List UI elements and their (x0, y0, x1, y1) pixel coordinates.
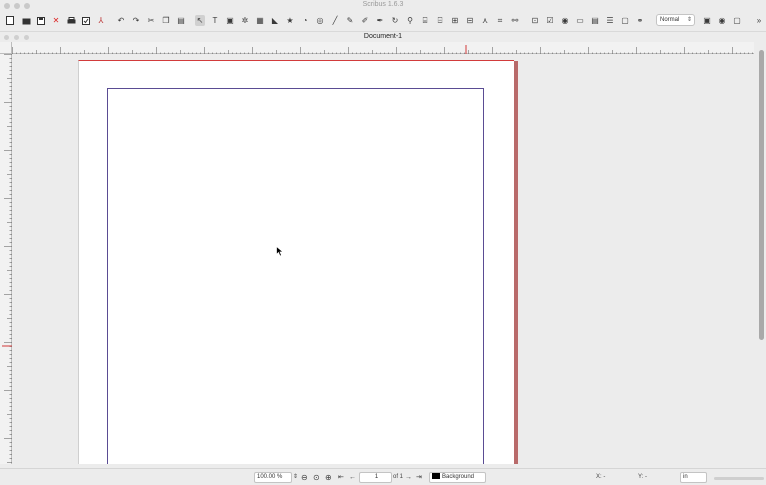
toolbar-overflow-icon[interactable]: » (754, 15, 764, 26)
vertical-ruler[interactable] (0, 54, 12, 464)
layer-select[interactable]: Background (429, 472, 486, 483)
cut-icon[interactable]: ✂ (146, 15, 156, 26)
layer-name: Background (442, 474, 475, 480)
pdf-textfield-icon[interactable]: ▭ (575, 15, 585, 26)
page-shadow (514, 61, 518, 464)
zoom-icon[interactable]: ⚲ (405, 15, 415, 26)
rotate-icon[interactable]: ↻ (390, 15, 400, 26)
spiral-icon[interactable]: ◎ (315, 15, 325, 26)
paste-icon[interactable]: ▤ (176, 15, 186, 26)
document-title: Document-1 (363, 33, 403, 40)
unlink-frames-icon[interactable]: ⊟ (465, 15, 475, 26)
view-mode-value: Normal (660, 17, 680, 23)
pdf-radio-icon[interactable]: ◉ (560, 15, 570, 26)
vertical-ruler-ticks (2, 54, 12, 463)
pdf-listbox-icon[interactable]: ☰ (605, 15, 615, 26)
line-icon[interactable]: ╱ (330, 15, 340, 26)
chevron-updown-icon: ⇕ (686, 17, 692, 23)
mouse-pointer-icon (276, 246, 284, 257)
status-bar: 100.00 % ⇕ ⊖ ⊙ ⊕ ⇤ ← 1 of 1 → ⇥ Backgrou… (0, 468, 766, 485)
undo-icon[interactable]: ↶ (116, 15, 126, 26)
layer-color-swatch (432, 473, 440, 480)
copy-icon[interactable]: ❐ (161, 15, 171, 26)
save-icon[interactable] (36, 15, 46, 26)
document-titlebar: Document-1 (0, 31, 766, 42)
page-count-label: of 1 (393, 474, 404, 480)
zoom-stepper-icon[interactable]: ⇕ (293, 472, 298, 483)
arc-icon[interactable]: ◔ (300, 15, 310, 26)
unit-select[interactable]: in (680, 472, 707, 483)
margin-guides (107, 88, 484, 464)
open-icon[interactable] (21, 15, 31, 26)
copy-properties-icon[interactable]: ⌗ (495, 15, 505, 26)
eyedropper-icon[interactable]: ⚯ (510, 15, 520, 26)
close-icon[interactable]: ✕ (51, 15, 61, 26)
pdf-text-annotation-icon[interactable]: ▢ (620, 15, 630, 26)
page-value: 1 (374, 474, 379, 480)
pdf-checkbox-icon[interactable]: ☑ (545, 15, 555, 26)
first-page-icon[interactable]: ⇤ (338, 472, 344, 483)
redo-icon[interactable]: ↷ (131, 15, 141, 26)
previous-page-icon[interactable]: ← (349, 472, 356, 483)
freehand-icon[interactable]: ✐ (360, 15, 370, 26)
x-coordinate-label: X: - (596, 474, 606, 480)
table-icon[interactable]: ▦ (255, 15, 265, 26)
calligraphic-icon[interactable]: ✒ (375, 15, 385, 26)
edit-text-icon[interactable]: ⌹ (435, 15, 445, 26)
vertical-scrollbar[interactable] (758, 48, 766, 466)
main-toolbar: ✕ ⅄ ↶ ↷ ✂ ❐ ▤ ↖ T ▣ ✲ ▦ ◣ ★ ◔ ◎ ╱ ✎ ✐ ✒ … (0, 12, 766, 30)
preflight-icon[interactable] (81, 15, 91, 26)
document-page[interactable] (78, 60, 514, 464)
last-page-icon[interactable]: ⇥ (416, 472, 422, 483)
app-title: Scribus 1.6.3 (362, 1, 404, 8)
pdf-button-icon[interactable]: ⊡ (530, 15, 540, 26)
measure-icon[interactable]: ⋏ (480, 15, 490, 26)
export-pdf-icon[interactable]: ⅄ (96, 15, 106, 26)
resize-grip[interactable] (714, 477, 764, 480)
zoom-out-icon[interactable]: ⊖ (301, 472, 308, 483)
select-icon[interactable]: ↖ (195, 15, 205, 26)
horizontal-ruler[interactable] (12, 42, 754, 55)
pdf-link-annotation-icon[interactable]: ⚭ (635, 15, 645, 26)
view-mode-select[interactable]: Normal ⇕ (656, 14, 695, 26)
zoom-value: 100.00 % (257, 474, 283, 480)
zoom-in-icon[interactable]: ⊕ (325, 472, 332, 483)
pdf-combobox-icon[interactable]: ▤ (590, 15, 600, 26)
ruler-corner[interactable] (0, 42, 12, 54)
shape-icon[interactable]: ◣ (270, 15, 280, 26)
y-coordinate-label: Y: - (638, 474, 648, 480)
zoom-field[interactable]: 100.00 % (254, 472, 292, 483)
edit-in-preview-icon[interactable]: ▢ (732, 15, 742, 26)
new-document-icon[interactable] (5, 15, 15, 26)
link-frames-icon[interactable]: ⊞ (450, 15, 460, 26)
print-icon[interactable] (66, 15, 76, 26)
zoom-100-icon[interactable]: ⊙ (313, 472, 320, 483)
eye-icon[interactable]: ◉ (717, 15, 727, 26)
document-canvas[interactable] (12, 54, 758, 464)
vertical-scroll-thumb[interactable] (759, 50, 764, 340)
window-titlebar: Scribus 1.6.3 (0, 0, 766, 12)
unit-value: in (683, 474, 688, 480)
next-page-icon[interactable]: → (405, 472, 412, 483)
page-number-field[interactable]: 1 (359, 472, 392, 483)
polygon-icon[interactable]: ★ (285, 15, 295, 26)
text-frame-icon[interactable]: T (210, 15, 220, 26)
edit-contents-icon[interactable]: ⌸ (420, 15, 430, 26)
preview-mode-icon[interactable]: ▣ (702, 15, 712, 26)
image-frame-icon[interactable]: ▣ (225, 15, 235, 26)
render-frame-icon[interactable]: ✲ (240, 15, 250, 26)
bezier-icon[interactable]: ✎ (345, 15, 355, 26)
